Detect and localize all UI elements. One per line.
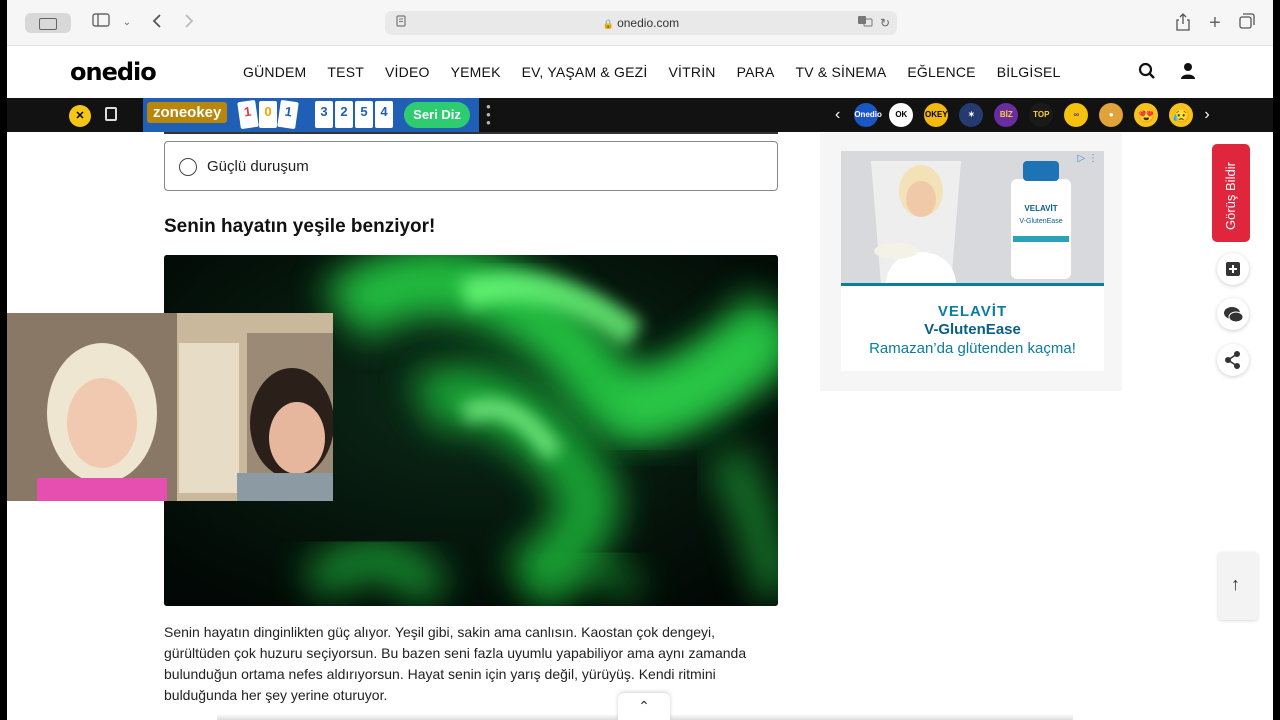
user-icon[interactable] bbox=[1180, 62, 1200, 82]
ad-divider bbox=[841, 283, 1104, 286]
ad-photo: VELAVİT V-GlutenEase bbox=[841, 151, 1104, 285]
chevron-left-icon[interactable]: ‹ bbox=[835, 106, 840, 124]
adchoices-icon[interactable]: ▷ ⋮ bbox=[1078, 153, 1098, 164]
tab-overview-icon[interactable] bbox=[25, 13, 71, 33]
reload-icon[interactable]: ↻ bbox=[875, 13, 895, 33]
game-card-icon[interactable] bbox=[105, 107, 117, 121]
chevron-right-icon[interactable]: › bbox=[1204, 106, 1209, 124]
bookmark-add-icon[interactable] bbox=[1217, 253, 1249, 285]
ok-icon[interactable]: OK bbox=[889, 103, 914, 127]
okey-tile: 1 bbox=[277, 99, 299, 130]
toplist-icon[interactable]: TOP bbox=[1029, 103, 1054, 127]
arrow-up-icon: ↑ bbox=[1231, 574, 1240, 594]
games-hub-icon[interactable]: ✕ bbox=[69, 105, 91, 127]
search-icon[interactable] bbox=[1138, 62, 1158, 82]
feedback-label: Görüş Bildir bbox=[1223, 162, 1238, 230]
lock-icon: 🔒 bbox=[602, 19, 615, 29]
share-network-icon[interactable] bbox=[1217, 344, 1249, 376]
more-dots-icon[interactable]: ● ● ● bbox=[486, 103, 492, 127]
ad-slogan: Ramazan’da glütenden kaçma! bbox=[869, 340, 1076, 357]
address-bar[interactable]: 🔒 onedio.com ↻ bbox=[385, 11, 897, 35]
browser-window: ⌄ 🔒 onedio.com ↻ + onedio GÜNDEM TEST Vİ… bbox=[0, 0, 1280, 720]
translate-icon[interactable] bbox=[855, 13, 875, 33]
nav-item-ev-yasam-gezi[interactable]: EV, YAŞAM & GEZİ bbox=[522, 64, 648, 80]
feedback-button[interactable]: Görüş Bildir bbox=[1212, 144, 1250, 242]
zoneokey-label: zoneokey bbox=[147, 102, 228, 123]
url-text: onedio.com bbox=[617, 16, 680, 30]
bottle-product: V-GlutenEase bbox=[1019, 218, 1062, 225]
nav-item-tv-sinema[interactable]: TV & SİNEMA bbox=[795, 64, 886, 80]
nav-item-eglence[interactable]: EĞLENCE bbox=[907, 64, 975, 80]
okey-tile: 1 bbox=[237, 99, 259, 130]
new-tab-icon[interactable]: + bbox=[1205, 13, 1225, 33]
number-tile: 4 bbox=[375, 101, 393, 128]
comments-icon[interactable] bbox=[1217, 298, 1249, 330]
okey-tile: 0 bbox=[259, 101, 277, 128]
nav-item-gundem[interactable]: GÜNDEM bbox=[243, 64, 306, 80]
option-divider bbox=[164, 132, 778, 134]
result-title: Senin hayatın yeşile benziyor! bbox=[164, 216, 436, 237]
onedio-logo[interactable]: onedio bbox=[70, 58, 157, 86]
nav-item-para[interactable]: PARA bbox=[737, 64, 775, 80]
quiz-option[interactable]: Güçlü duruşum bbox=[164, 141, 778, 191]
chevron-down-icon[interactable]: ⌄ bbox=[117, 13, 137, 33]
mask-icon[interactable]: ∞ bbox=[1064, 103, 1089, 127]
forward-arrow-icon[interactable] bbox=[179, 13, 199, 33]
site-header: onedio GÜNDEM TEST VİDEO YEMEK EV, YAŞAM… bbox=[7, 47, 1273, 98]
back-arrow-icon[interactable] bbox=[147, 13, 167, 33]
nav-item-test[interactable]: TEST bbox=[327, 64, 364, 80]
sad-face-icon[interactable]: 😥 bbox=[1169, 103, 1194, 127]
game-icons-row: ‹ Onedio OK OKEY ✶ BİZ POP TOP ∞ ● 😍 😥 › bbox=[835, 103, 1210, 143]
nav-item-video[interactable]: VİDEO bbox=[385, 64, 430, 80]
browser-toolbar: ⌄ 🔒 onedio.com ↻ + bbox=[7, 0, 1273, 46]
bottle-brand: VELAVİT bbox=[1024, 204, 1057, 213]
zoneokey-banner[interactable]: zoneokey 1 0 1 3 2 5 4 Seri Diz bbox=[143, 98, 479, 132]
biz-pop-icon[interactable]: BİZ POP bbox=[994, 103, 1019, 143]
number-tile: 3 bbox=[315, 101, 333, 128]
result-description: Senin hayatın dinginlikten güç alıyor. Y… bbox=[164, 624, 747, 703]
seri-diz-button[interactable]: Seri Diz bbox=[404, 102, 470, 128]
sidebar-toggle-icon[interactable] bbox=[91, 13, 111, 33]
ad-product: V-GlutenEase bbox=[924, 321, 1021, 338]
scroll-to-top-button[interactable]: ↑ bbox=[1218, 552, 1258, 620]
game-bar: ✕ zoneokey 1 0 1 3 2 5 4 Seri Diz ● ● ● ‹ … bbox=[7, 98, 1273, 143]
number-tile: 5 bbox=[355, 101, 373, 128]
main-nav: GÜNDEM TEST VİDEO YEMEK EV, YAŞAM & GEZİ… bbox=[243, 64, 1082, 80]
expand-panel-button[interactable]: ⌃ bbox=[618, 693, 670, 720]
nav-item-yemek[interactable]: YEMEK bbox=[451, 64, 501, 80]
number-tile: 2 bbox=[335, 101, 353, 128]
ad-brand: VELAVİT bbox=[937, 303, 1008, 320]
webcam-overlay bbox=[7, 313, 333, 501]
velavit-ad[interactable]: VELAVİT V-GlutenEase ▷ ⋮ VELAVİT V-Glute… bbox=[841, 151, 1104, 371]
heart-eyes-icon[interactable]: 😍 bbox=[1134, 103, 1159, 127]
onedio-icon[interactable]: Onedio bbox=[854, 103, 882, 127]
quiz-option-label: Güçlü duruşum bbox=[207, 158, 309, 175]
nav-item-bilgisel[interactable]: BİLGİSEL bbox=[997, 64, 1061, 80]
nav-item-vitrin[interactable]: VİTRİN bbox=[669, 64, 716, 80]
okey-icon[interactable]: OKEY bbox=[924, 103, 949, 127]
tabs-overview-icon[interactable] bbox=[1237, 13, 1257, 33]
share-icon[interactable] bbox=[1173, 13, 1193, 33]
radio-circle-icon[interactable] bbox=[179, 158, 197, 176]
face-icon[interactable]: ● bbox=[1099, 103, 1124, 127]
chevron-up-icon: ⌃ bbox=[638, 698, 650, 714]
star-icon[interactable]: ✶ bbox=[959, 103, 984, 127]
